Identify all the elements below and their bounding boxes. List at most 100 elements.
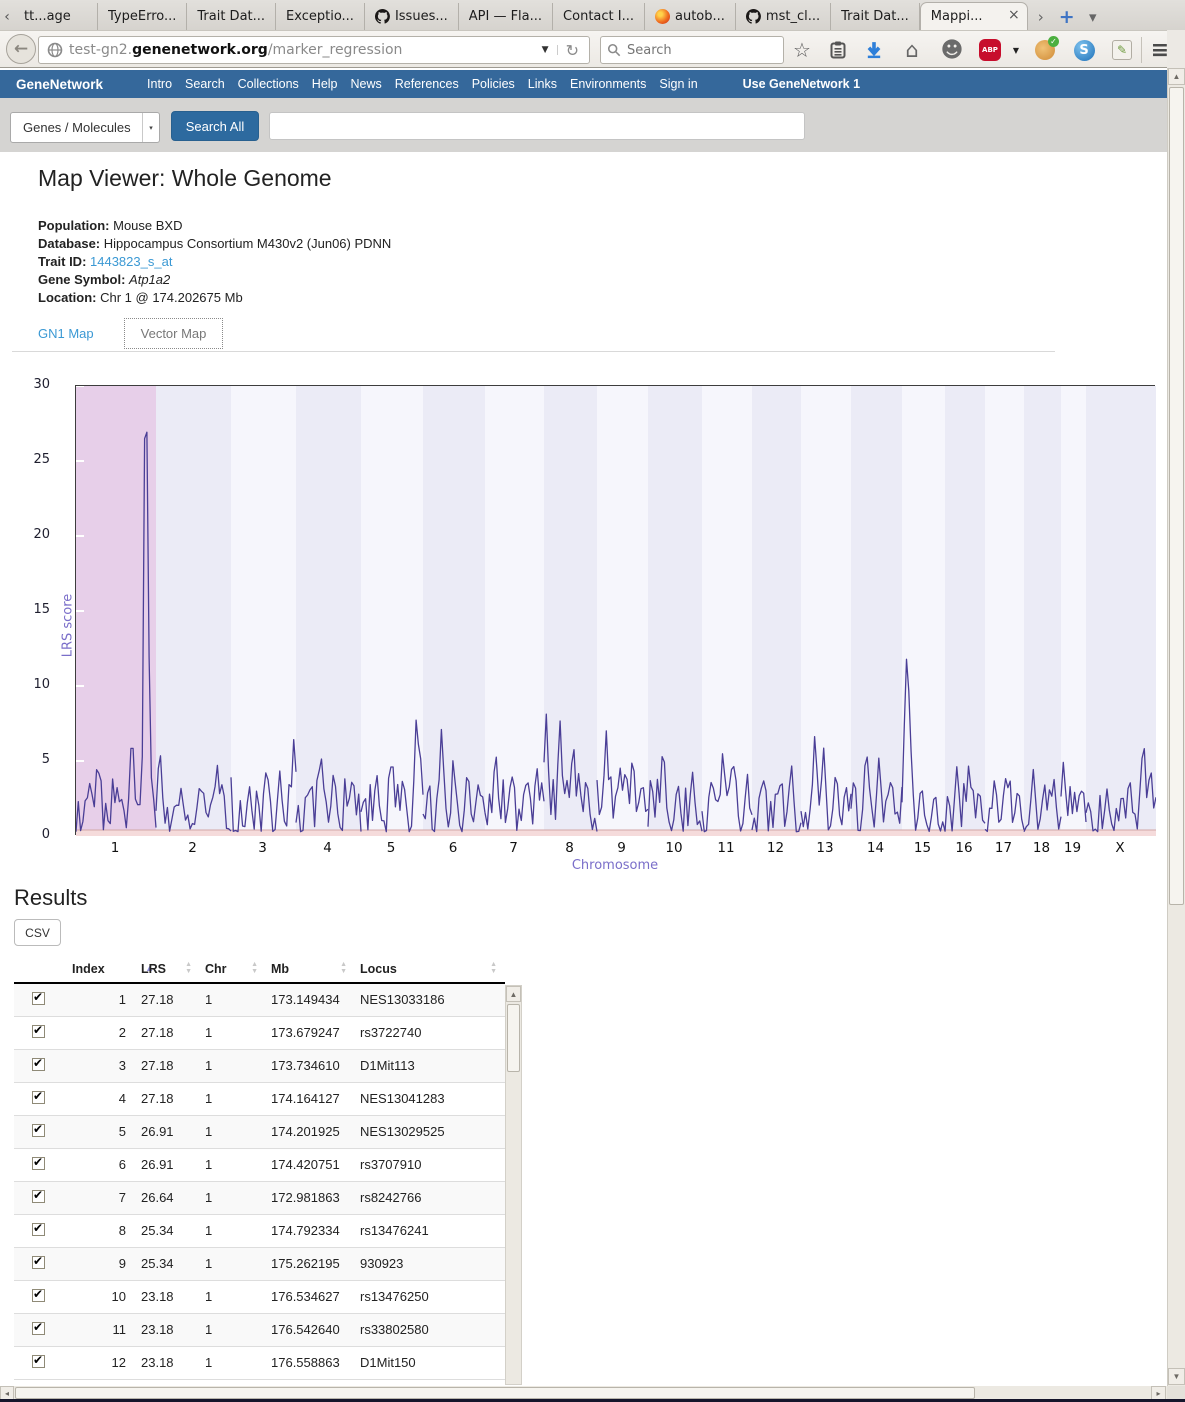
tab-title: API — Fla... — [469, 9, 542, 24]
table-row: 726.641172.981863rs8242766 — [14, 1181, 505, 1214]
nav-item-links[interactable]: Links — [528, 77, 557, 91]
x-tick-label-chr8: 8 — [550, 840, 590, 856]
search-all-button[interactable]: Search All — [171, 111, 259, 141]
gn-brand-link[interactable]: GeneNetwork — [16, 77, 103, 92]
page-vertical-scrollbar[interactable]: ▲ ▼ — [1167, 68, 1185, 1386]
browser-tab[interactable]: autob... — [645, 3, 736, 30]
lrs-cell: 23.18 — [136, 1280, 200, 1313]
tab-scroll-left-icon[interactable]: ‹ — [0, 4, 14, 30]
browser-tab[interactable]: Trait Dat... — [831, 3, 920, 30]
cookie-icon[interactable]: ✓ — [1033, 38, 1057, 62]
nav-item-help[interactable]: Help — [312, 77, 338, 91]
browser-tab[interactable]: API — Fla... — [459, 3, 553, 30]
browser-search-box[interactable] — [600, 36, 784, 64]
nav-item-references[interactable]: References — [395, 77, 459, 91]
browser-tab[interactable]: mst_cl... — [736, 3, 831, 30]
tab-close-icon[interactable]: × — [1008, 8, 1020, 22]
clipboard-icon[interactable] — [826, 38, 850, 62]
row-checkbox[interactable] — [32, 1091, 45, 1104]
nav-item-intro[interactable]: Intro — [147, 77, 172, 91]
browser-tab[interactable]: TypeErro... — [98, 3, 187, 30]
s-badge: S — [1074, 40, 1095, 61]
row-checkbox[interactable] — [32, 1289, 45, 1302]
column-header-index[interactable]: Index▲ — [64, 955, 136, 983]
row-checkbox[interactable] — [32, 1355, 45, 1368]
tab-title: Exceptio... — [286, 9, 354, 24]
tab-scroll-right-icon[interactable]: › — [1028, 4, 1054, 30]
row-checkbox[interactable] — [32, 1190, 45, 1203]
table-scrollbar-thumb[interactable] — [507, 1004, 520, 1072]
chr-cell: 1 — [200, 1115, 266, 1148]
browser-search-input[interactable] — [627, 43, 757, 58]
new-tab-button[interactable]: + — [1054, 4, 1080, 30]
x-tick-label-chr7: 7 — [494, 840, 534, 856]
row-checkbox[interactable] — [32, 1256, 45, 1269]
nav-item-news[interactable]: News — [351, 77, 382, 91]
row-checkbox[interactable] — [32, 1223, 45, 1236]
column-header-lrs[interactable]: LRS▲▼ — [136, 955, 200, 983]
column-header-mb[interactable]: Mb▲▼ — [266, 955, 355, 983]
sort-icons: ▲▼ — [185, 962, 192, 975]
row-checkbox[interactable] — [32, 1025, 45, 1038]
checkbox-cell — [14, 983, 64, 1016]
mb-cell: 175.262195 — [266, 1247, 355, 1280]
horizontal-scrollbar-thumb[interactable] — [15, 1387, 975, 1399]
tab-list: tt...ageTypeErro...Trait Dat...Exceptio.… — [14, 2, 1028, 30]
info-value[interactable]: 1443823_s_at — [90, 254, 172, 269]
info-label: Gene Symbol: — [38, 272, 129, 287]
browser-tab[interactable]: Trait Dat... — [187, 3, 276, 30]
tab-vector-map[interactable]: Vector Map — [124, 318, 224, 349]
info-label: Trait ID: — [38, 254, 90, 269]
row-checkbox[interactable] — [32, 1058, 45, 1071]
row-checkbox[interactable] — [32, 1124, 45, 1137]
table-row: 1023.181176.534627rs13476250 — [14, 1280, 505, 1313]
browser-toolbar: ← test-gn2.genenetwork.org/marker_regres… — [0, 30, 1185, 68]
results-header-row: Index▲ LRS▲▼ Chr▲▼ Mb▲▼ Locus▲▼ — [14, 955, 505, 983]
url-bar[interactable]: test-gn2.genenetwork.org/marker_regressi… — [38, 36, 590, 64]
browser-tab[interactable]: Issues... — [365, 3, 459, 30]
download-icon[interactable] — [862, 38, 886, 62]
vertical-scrollbar-thumb[interactable] — [1169, 87, 1184, 905]
browser-tab[interactable]: tt...age — [14, 3, 98, 30]
edit-icon[interactable]: ✎ — [1110, 38, 1134, 62]
chat-icon[interactable]: ☻ — [940, 38, 964, 62]
locus-cell: NES13033186 — [355, 983, 505, 1016]
tab-list-dropdown-icon[interactable]: ▾ — [1080, 4, 1106, 30]
star-icon[interactable]: ☆ — [790, 38, 814, 62]
tab-gn1-map[interactable]: GN1 Map — [38, 326, 94, 341]
abp-icon[interactable]: ABP — [978, 38, 1002, 62]
chr-cell: 1 — [200, 1214, 266, 1247]
csv-export-button[interactable]: CSV — [14, 919, 61, 946]
home-icon[interactable]: ⌂ — [900, 38, 924, 62]
table-scroll-up-icon[interactable]: ▲ — [506, 986, 521, 1002]
back-button[interactable]: ← — [6, 34, 36, 64]
url-dropdown-icon[interactable]: ▼ — [534, 45, 558, 55]
skype-icon[interactable]: S — [1072, 38, 1096, 62]
lrs-cell: 23.18 — [136, 1313, 200, 1346]
scroll-down-icon[interactable]: ▼ — [1168, 1368, 1185, 1385]
scroll-up-icon[interactable]: ▲ — [1168, 68, 1185, 85]
nav-item-sign-in[interactable]: Sign in — [659, 77, 697, 91]
x-tick-label-chr13: 13 — [805, 840, 845, 856]
nav-item-policies[interactable]: Policies — [472, 77, 515, 91]
nav-item-search[interactable]: Search — [185, 77, 225, 91]
browser-tab[interactable]: Exceptio... — [276, 3, 365, 30]
column-header-chr[interactable]: Chr▲▼ — [200, 955, 266, 983]
column-header-locus[interactable]: Locus▲▼ — [355, 955, 505, 983]
table-scrollbar[interactable]: ▲ — [505, 985, 522, 1385]
info-value: Atp1a2 — [129, 272, 170, 287]
row-checkbox[interactable] — [32, 992, 45, 1005]
nav-item-collections[interactable]: Collections — [238, 77, 299, 91]
y-tick-label: 30 — [10, 377, 50, 392]
abp-caret-icon[interactable]: ▼ — [1004, 38, 1028, 62]
browser-tab[interactable]: Contact I... — [553, 3, 645, 30]
global-search-input[interactable] — [269, 112, 805, 140]
index-cell: 6 — [64, 1148, 136, 1181]
nav-item-environments[interactable]: Environments — [570, 77, 646, 91]
reload-icon[interactable]: ↻ — [558, 41, 583, 60]
browser-tab-active[interactable]: Mappi...× — [920, 2, 1028, 30]
use-genenetwork1-link[interactable]: Use GeneNetwork 1 — [743, 77, 860, 91]
row-checkbox[interactable] — [32, 1157, 45, 1170]
search-category-select[interactable]: Genes / Molecules ▾ — [10, 112, 160, 143]
row-checkbox[interactable] — [32, 1322, 45, 1335]
